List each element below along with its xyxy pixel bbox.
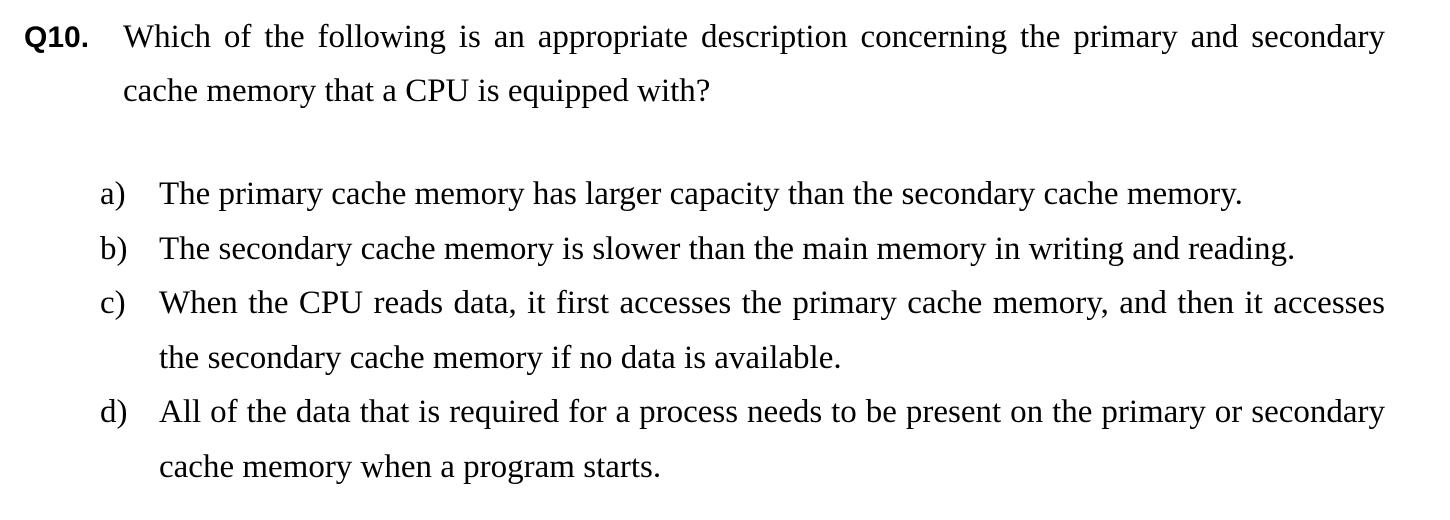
question-header: Q10. Which of the following is an approp… <box>24 10 1394 118</box>
option-text: When the CPU reads data, it first access… <box>159 285 1385 376</box>
option-letter: a) <box>100 176 126 212</box>
option-letter: c) <box>100 285 126 321</box>
answer-options: a) The primary cache memory has larger c… <box>100 167 1385 494</box>
option-b: b) The secondary cache memory is slower … <box>100 222 1385 277</box>
option-d: d) All of the data that is required for … <box>100 385 1385 494</box>
option-letter: d) <box>100 394 128 430</box>
question-text: Which of the following is an appropriate… <box>123 19 1385 109</box>
option-c: c) When the CPU reads data, it first acc… <box>100 276 1385 385</box>
option-letter: b) <box>100 230 128 267</box>
question-number: Q10. <box>24 21 90 54</box>
option-text: The primary cache memory has larger capa… <box>159 176 1243 212</box>
option-a: a) The primary cache memory has larger c… <box>100 167 1385 222</box>
option-text: All of the data that is required for a p… <box>159 394 1385 485</box>
question-block: Q10. Which of the following is an approp… <box>24 10 1394 118</box>
option-text: The secondary cache memory is slower tha… <box>159 230 1296 267</box>
